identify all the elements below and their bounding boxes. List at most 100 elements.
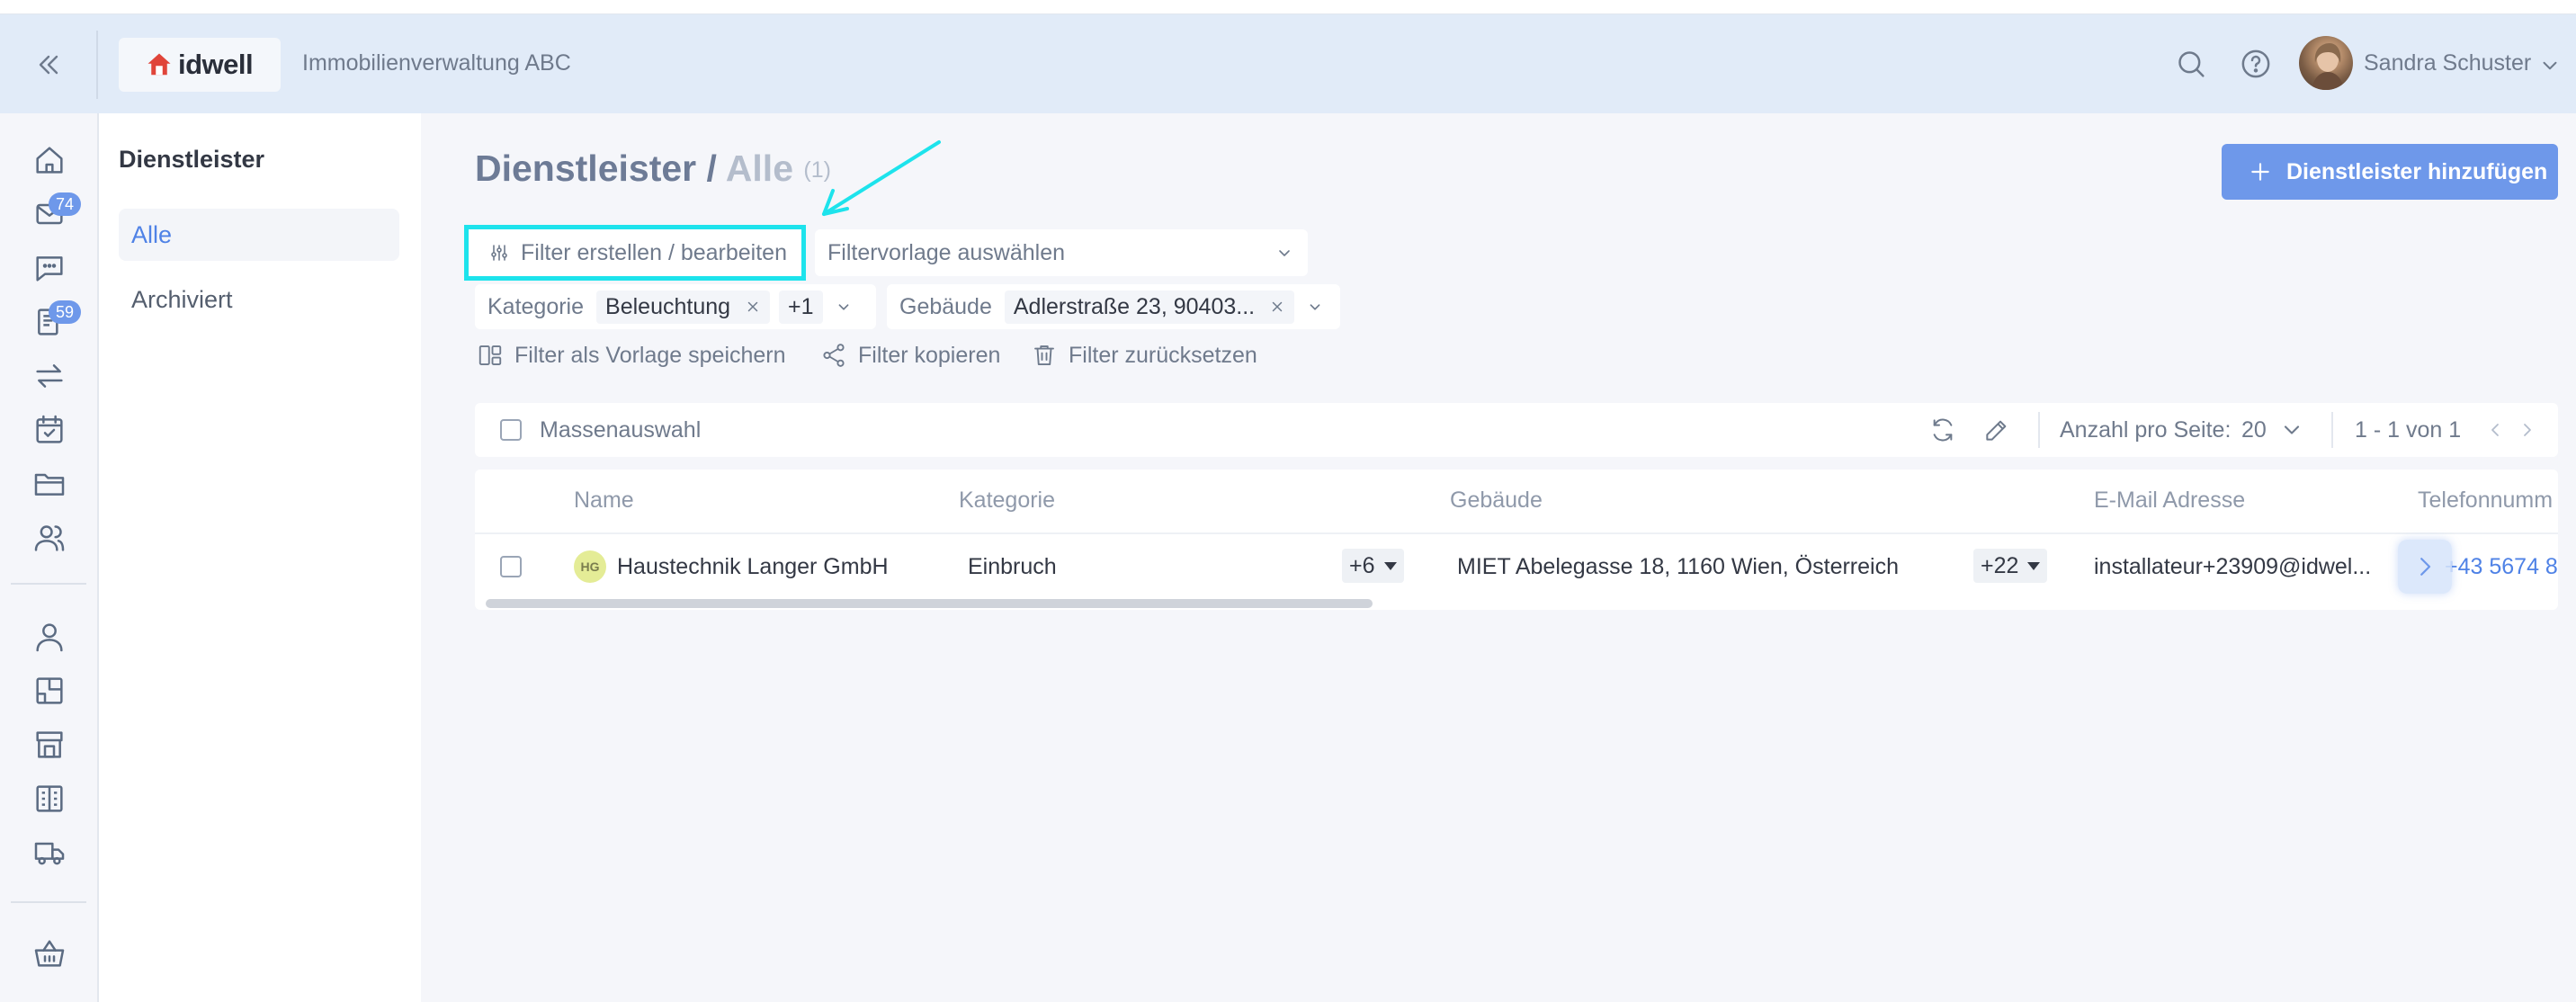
category-filter-label: Kategorie bbox=[487, 293, 585, 319]
building-filter[interactable]: Gebäude Adlerstraße 23, 90403... bbox=[887, 284, 1340, 329]
per-page-label: Anzahl pro Seite: bbox=[2060, 417, 2232, 443]
building-filter-label: Gebäude bbox=[899, 293, 992, 319]
category-more-count: +6 bbox=[1349, 552, 1375, 578]
category-more-dropdown[interactable]: +6 bbox=[1342, 549, 1404, 583]
column-header-email[interactable]: E-Mail Adresse bbox=[2094, 488, 2245, 514]
mass-select-checkbox[interactable] bbox=[500, 419, 522, 441]
storefront-icon[interactable] bbox=[31, 727, 67, 763]
collapse-sidebar-icon[interactable] bbox=[32, 49, 65, 81]
chevron-down-icon[interactable] bbox=[2279, 417, 2304, 443]
horizontal-scrollbar[interactable] bbox=[486, 599, 1373, 608]
edit-icon[interactable] bbox=[1982, 416, 2011, 444]
chevron-down-icon[interactable] bbox=[1305, 297, 1325, 317]
help-icon[interactable] bbox=[2238, 46, 2274, 82]
browser-top-strip bbox=[0, 0, 2576, 14]
section-title: Dienstleister bbox=[119, 146, 265, 173]
copy-filter-link[interactable]: Filter kopieren bbox=[820, 340, 1000, 371]
close-icon[interactable] bbox=[745, 299, 761, 315]
row-checkbox[interactable] bbox=[500, 556, 522, 577]
truck-icon[interactable] bbox=[31, 835, 67, 871]
create-filter-button[interactable]: Filter erstellen / bearbeiten bbox=[464, 225, 806, 281]
provider-email[interactable]: installateur+23909@idwel... bbox=[2094, 554, 2371, 580]
subnav-item-alle[interactable]: Alle bbox=[119, 209, 399, 261]
caret-down-icon bbox=[2027, 561, 2041, 570]
folder-icon[interactable] bbox=[31, 466, 67, 502]
page-title: Dienstleister / Alle (1) bbox=[475, 148, 831, 190]
company-name: Immobilienverwaltung ABC bbox=[302, 50, 571, 76]
plus-icon bbox=[2251, 163, 2269, 181]
add-service-provider-button[interactable]: Dienstleister hinzufügen bbox=[2222, 144, 2558, 200]
toolbar-divider bbox=[2331, 412, 2333, 448]
logo-text: idwell bbox=[178, 49, 254, 80]
search-icon[interactable] bbox=[2173, 46, 2209, 82]
subnav-item-archiviert[interactable]: Archiviert bbox=[119, 273, 399, 326]
caret-down-icon bbox=[1383, 561, 1397, 570]
service-provider-table: Name Kategorie Gebäude E-Mail Adresse Te… bbox=[475, 470, 2558, 610]
person-icon[interactable] bbox=[31, 619, 67, 655]
provider-building: MIET Abelegasse 18, 1160 Wien, Österreic… bbox=[1457, 554, 1899, 579]
annotation-arrow bbox=[822, 140, 941, 216]
user-name[interactable]: Sandra Schuster bbox=[2364, 50, 2531, 76]
section-sidebar: Dienstleister Alle Archiviert bbox=[99, 113, 421, 1002]
logo[interactable]: idwell bbox=[119, 38, 281, 92]
provider-name[interactable]: Haustechnik Langer GmbH bbox=[617, 554, 889, 580]
toolbar-divider bbox=[2038, 412, 2040, 448]
mail-badge: 74 bbox=[49, 192, 82, 216]
rail-divider bbox=[11, 901, 86, 903]
chevron-left-icon[interactable] bbox=[2484, 419, 2506, 441]
floorplan-icon[interactable] bbox=[31, 673, 67, 709]
icon-rail: 74 59 bbox=[0, 113, 99, 1002]
create-filter-label: Filter erstellen / bearbeiten bbox=[521, 239, 787, 265]
home-icon[interactable] bbox=[31, 142, 67, 178]
building-filter-value: Adlerstraße 23, 90403... bbox=[1013, 293, 1256, 319]
calendar-icon[interactable] bbox=[31, 412, 67, 448]
scroll-right-button[interactable] bbox=[2398, 540, 2452, 594]
reset-filter-link[interactable]: Filter zurücksetzen bbox=[1031, 340, 1257, 371]
provider-category: Einbruch bbox=[968, 554, 1057, 579]
category-filter-tag: Beleuchtung bbox=[596, 290, 771, 324]
pagination-info: 1 - 1 von 1 bbox=[2355, 417, 2462, 443]
chat-icon[interactable] bbox=[31, 250, 67, 286]
avatar[interactable] bbox=[2299, 36, 2353, 90]
app-header: idwell Immobilienverwaltung ABC Sandra S… bbox=[0, 14, 2576, 113]
header-divider bbox=[96, 31, 98, 99]
chevron-right-icon[interactable] bbox=[2517, 419, 2538, 441]
save-filter-template-link[interactable]: Filter als Vorlage speichern bbox=[477, 340, 786, 371]
page-title-separator: / bbox=[706, 148, 717, 189]
refresh-icon[interactable] bbox=[1928, 416, 1957, 444]
column-header-phone[interactable]: Telefonnumm bbox=[2418, 488, 2553, 514]
page-title-sub: Alle bbox=[725, 148, 793, 189]
sliders-icon bbox=[491, 245, 507, 261]
column-header-building[interactable]: Gebäude bbox=[1450, 488, 1543, 514]
category-filter-value: Beleuchtung bbox=[605, 293, 731, 319]
close-icon[interactable] bbox=[1269, 299, 1285, 315]
copy-filter-label: Filter kopieren bbox=[858, 342, 1001, 368]
page-title-main: Dienstleister bbox=[475, 148, 697, 189]
building-icon[interactable] bbox=[31, 781, 67, 817]
chevron-down-icon[interactable] bbox=[834, 297, 854, 317]
column-header-category[interactable]: Kategorie bbox=[959, 488, 1055, 514]
transfer-icon[interactable] bbox=[31, 358, 67, 394]
reset-filter-label: Filter zurücksetzen bbox=[1069, 342, 1257, 368]
chevron-down-icon bbox=[1274, 242, 1295, 264]
filter-template-select[interactable]: Filtervorlage auswählen bbox=[815, 229, 1308, 276]
chevron-down-icon[interactable] bbox=[2538, 54, 2562, 77]
category-filter[interactable]: Kategorie Beleuchtung +1 bbox=[475, 284, 876, 329]
header-divider bbox=[475, 532, 2558, 534]
filter-template-placeholder: Filtervorlage auswählen bbox=[827, 239, 1066, 265]
per-page-value[interactable]: 20 bbox=[2241, 417, 2267, 443]
trash-icon bbox=[1034, 345, 1054, 365]
building-filter-tag: Adlerstraße 23, 90403... bbox=[1004, 290, 1295, 324]
layout-icon bbox=[479, 345, 502, 365]
rail-divider bbox=[11, 583, 86, 585]
basket-icon[interactable] bbox=[31, 935, 67, 971]
category-filter-more[interactable]: +1 bbox=[779, 290, 823, 324]
table-toolbar: Massenauswahl Anzahl pro Seite: 20 1 - 1… bbox=[475, 403, 2558, 457]
provider-phone[interactable]: +43 5674 893 bbox=[2445, 554, 2558, 580]
building-more-dropdown[interactable]: +22 bbox=[1973, 549, 2048, 583]
column-header-name[interactable]: Name bbox=[574, 488, 634, 514]
people-icon[interactable] bbox=[31, 520, 67, 556]
documents-badge: 59 bbox=[49, 300, 82, 324]
building-more-count: +22 bbox=[1981, 552, 2019, 578]
share-icon bbox=[823, 344, 845, 367]
